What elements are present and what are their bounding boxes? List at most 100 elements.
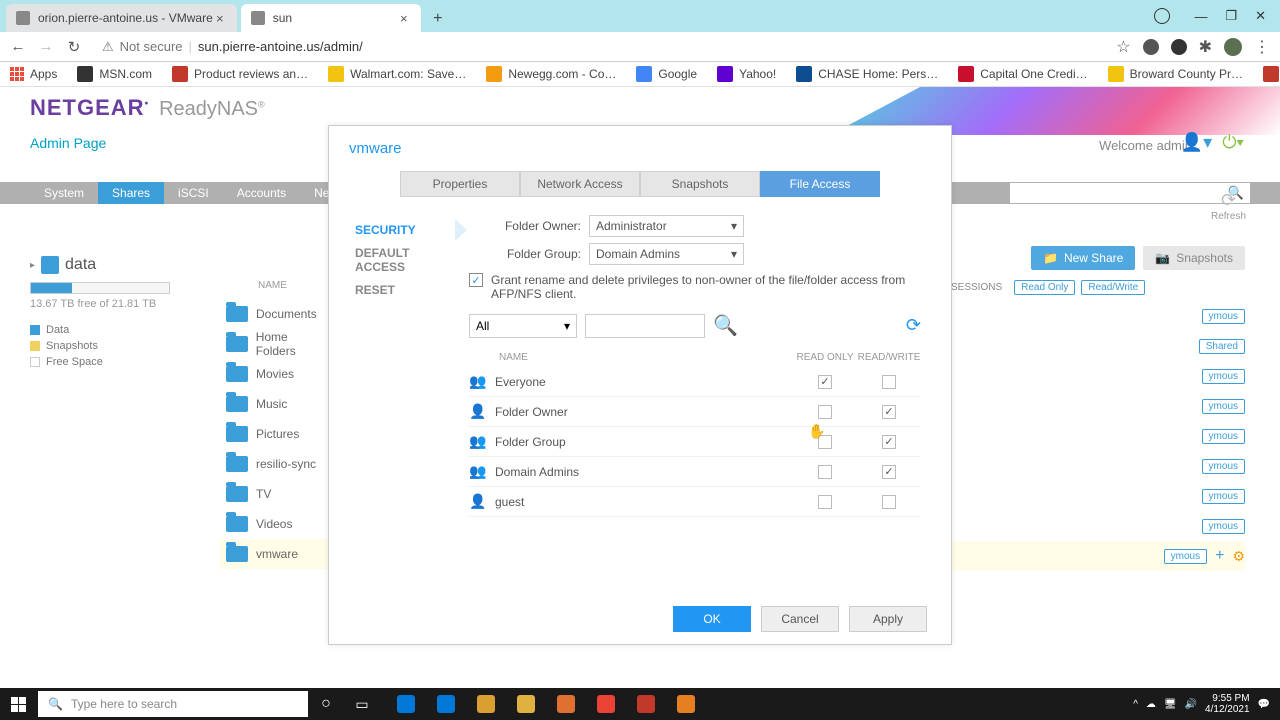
anonymous-pill[interactable]: ymous [1202, 309, 1245, 324]
protocol-row[interactable]: ymous [945, 391, 1245, 421]
bookmark-item[interactable]: CHASE Home: Pers… [796, 66, 938, 82]
tab-shares[interactable]: Shares [98, 182, 164, 204]
nav-forward-icon[interactable]: → [38, 38, 54, 55]
tab-close-icon[interactable]: × [397, 11, 411, 25]
bookmark-item[interactable]: Yahoo! [717, 66, 776, 82]
window-minimize-icon[interactable]: — [1194, 9, 1207, 24]
power-icon[interactable]: ⏻▾ [1222, 132, 1244, 153]
browser-profile-icon[interactable] [1154, 8, 1170, 24]
share-folder-item[interactable]: Music [220, 389, 330, 419]
protocol-row[interactable]: ymous [945, 301, 1245, 331]
refresh-button[interactable]: ⟳ Refresh [1211, 190, 1246, 222]
taskbar-app-icon[interactable] [388, 688, 424, 720]
extensions-icon[interactable]: ✱ [1199, 37, 1212, 57]
tray-network-icon[interactable]: 🖥 [1164, 699, 1177, 710]
tab-accounts[interactable]: Accounts [223, 182, 300, 204]
tree-root-data[interactable]: ▸ data [30, 256, 195, 274]
folder-owner-select[interactable]: Administrator▾ [589, 215, 744, 237]
readonly-checkbox[interactable] [818, 465, 832, 479]
protocol-row[interactable]: Shared [945, 331, 1245, 361]
protocol-row[interactable]: ymous [945, 451, 1245, 481]
address-bar[interactable]: ⚠ Not secure | sun.pierre-antoine.us/adm… [102, 39, 363, 55]
share-folder-item[interactable]: Home Folders [220, 329, 330, 359]
bookmark-item[interactable]: Linux Documentation [1263, 66, 1280, 82]
taskview-icon[interactable]: ▭ [344, 688, 380, 720]
share-folder-item[interactable]: Documents [220, 299, 330, 329]
side-default-access[interactable]: DEFAULT ACCESS [355, 245, 459, 275]
filter-select[interactable]: All▾ [469, 314, 577, 338]
refresh-icon[interactable]: ⟳ [906, 315, 921, 336]
window-close-icon[interactable]: ✕ [1255, 8, 1266, 24]
tray-clock[interactable]: 9:55 PM4/12/2021 [1205, 693, 1250, 715]
folder-group-select[interactable]: Domain Admins▾ [589, 243, 744, 265]
anonymous-pill[interactable]: ymous [1202, 489, 1245, 504]
nav-reload-icon[interactable]: ↻ [66, 38, 82, 56]
cortana-icon[interactable]: ○ [308, 688, 344, 720]
readwrite-checkbox[interactable]: ✓ [882, 465, 896, 479]
bookmark-item[interactable]: Walmart.com: Save… [328, 66, 466, 82]
taskbar-app-icon[interactable] [428, 688, 464, 720]
tab-system[interactable]: System [30, 182, 98, 204]
bookmark-item[interactable]: MSN.com [77, 66, 152, 82]
anonymous-pill[interactable]: ymous [1202, 429, 1245, 444]
bookmark-star-icon[interactable]: ☆ [1116, 37, 1130, 57]
protocol-row[interactable]: ymous [945, 481, 1245, 511]
window-maximize-icon[interactable]: ❐ [1225, 8, 1237, 24]
anonymous-pill[interactable]: ymous [1202, 519, 1245, 534]
tray-onedrive-icon[interactable]: ☁ [1146, 699, 1156, 710]
gear-icon[interactable]: ⚙ [1232, 548, 1245, 565]
modal-tab-snapshots[interactable]: Snapshots [640, 171, 760, 197]
snapshots-button[interactable]: 📷Snapshots [1143, 246, 1245, 270]
browser-tab-1[interactable]: sun × [241, 4, 421, 32]
bookmark-item[interactable]: Newegg.com - Co… [486, 66, 616, 82]
readonly-checkbox[interactable] [818, 495, 832, 509]
modal-tab-properties[interactable]: Properties [400, 171, 520, 197]
bookmark-item[interactable]: Capital One Credi… [958, 66, 1087, 82]
extension-icon[interactable] [1143, 39, 1159, 55]
readwrite-pill[interactable]: Read/Write [1081, 280, 1145, 295]
protocol-row[interactable]: ymous+⚙ [945, 541, 1245, 571]
anonymous-pill[interactable]: ymous [1202, 459, 1245, 474]
share-folder-item[interactable]: Pictures [220, 419, 330, 449]
cancel-button[interactable]: Cancel [761, 606, 839, 632]
side-reset[interactable]: RESET [355, 275, 459, 305]
filter-search-input[interactable] [585, 314, 705, 338]
bookmark-item[interactable]: Product reviews an… [172, 66, 308, 82]
readwrite-checkbox[interactable]: ✓ [882, 435, 896, 449]
user-icon[interactable]: 👤▾ [1181, 132, 1212, 153]
readonly-checkbox[interactable] [818, 405, 832, 419]
readonly-pill[interactable]: Read Only [1014, 280, 1075, 295]
readonly-checkbox[interactable]: ✓ [818, 375, 832, 389]
taskbar-app-icon[interactable] [668, 688, 704, 720]
readwrite-checkbox[interactable] [882, 495, 896, 509]
new-share-button[interactable]: 📁New Share [1031, 246, 1135, 270]
apply-button[interactable]: Apply [849, 606, 927, 632]
nav-back-icon[interactable]: ← [10, 38, 26, 55]
taskbar-app-icon[interactable] [628, 688, 664, 720]
protocol-row[interactable]: ymous [945, 511, 1245, 541]
share-folder-item[interactable]: Movies [220, 359, 330, 389]
bookmark-item[interactable]: Broward County Pr… [1108, 66, 1243, 82]
bookmark-item[interactable]: Google [636, 66, 697, 82]
modal-tab-file-access[interactable]: File Access [760, 171, 880, 197]
ok-button[interactable]: OK [673, 606, 751, 632]
search-icon[interactable]: 🔍 [713, 313, 738, 338]
tab-iscsi[interactable]: iSCSI [164, 182, 223, 204]
share-folder-item[interactable]: vmware [220, 539, 330, 569]
anonymous-pill[interactable]: ymous [1202, 369, 1245, 384]
tray-chevron-icon[interactable]: ^ [1133, 699, 1138, 710]
add-icon[interactable]: + [1215, 547, 1224, 565]
taskbar-app-icon[interactable] [468, 688, 504, 720]
modal-tab-network-access[interactable]: Network Access [520, 171, 640, 197]
tray-volume-icon[interactable]: 🔊 [1185, 699, 1197, 710]
share-folder-item[interactable]: resilio-sync [220, 449, 330, 479]
taskbar-search-input[interactable]: 🔍 Type here to search [38, 691, 308, 717]
readwrite-checkbox[interactable]: ✓ [882, 405, 896, 419]
anonymous-pill[interactable]: ymous [1202, 399, 1245, 414]
extension-icon[interactable] [1171, 39, 1187, 55]
side-security[interactable]: SECURITY [355, 215, 459, 245]
tray-notifications-icon[interactable]: 💬 [1258, 699, 1270, 710]
profile-avatar[interactable] [1224, 38, 1242, 56]
browser-tab-0[interactable]: orion.pierre-antoine.us - VMware × [6, 4, 237, 32]
readonly-checkbox[interactable] [818, 435, 832, 449]
